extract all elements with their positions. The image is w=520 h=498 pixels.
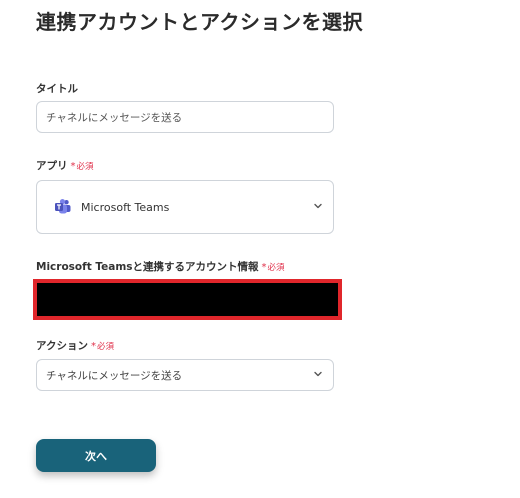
action-select[interactable]: チャネルにメッセージを送る — [36, 359, 334, 391]
action-field-label: アクション *必須 — [36, 338, 114, 353]
required-text: 必須 — [267, 263, 285, 273]
account-select-redacted[interactable] — [33, 279, 342, 320]
title-input-box[interactable] — [36, 101, 334, 133]
title-input[interactable] — [37, 102, 326, 132]
action-label-text: アクション — [36, 340, 88, 352]
page-title: 連携アカウントとアクションを選択 — [36, 10, 363, 34]
microsoft-teams-icon — [54, 198, 72, 216]
app-select-value: Microsoft Teams — [81, 200, 170, 214]
required-asterisk: * — [70, 161, 76, 172]
title-field-label: タイトル — [36, 83, 78, 95]
required-text: 必須 — [76, 162, 94, 172]
next-button[interactable]: 次へ — [36, 439, 156, 472]
required-asterisk: * — [261, 262, 267, 273]
app-field-label: アプリ *必須 — [36, 158, 94, 173]
required-badge: *必須 — [261, 262, 285, 273]
chevron-down-icon — [313, 369, 323, 379]
required-badge: *必須 — [90, 341, 114, 352]
app-select[interactable]: Microsoft Teams — [36, 180, 334, 234]
required-badge: *必須 — [70, 161, 94, 172]
account-field-label: Microsoft Teamsと連携するアカウント情報 *必須 — [36, 259, 285, 274]
app-label-text: アプリ — [36, 160, 68, 172]
chevron-down-icon — [313, 201, 323, 211]
account-label-text: Microsoft Teamsと連携するアカウント情報 — [36, 261, 259, 273]
action-select-value: チャネルにメッセージを送る — [46, 369, 183, 382]
required-text: 必須 — [96, 342, 114, 352]
required-asterisk: * — [90, 341, 96, 352]
